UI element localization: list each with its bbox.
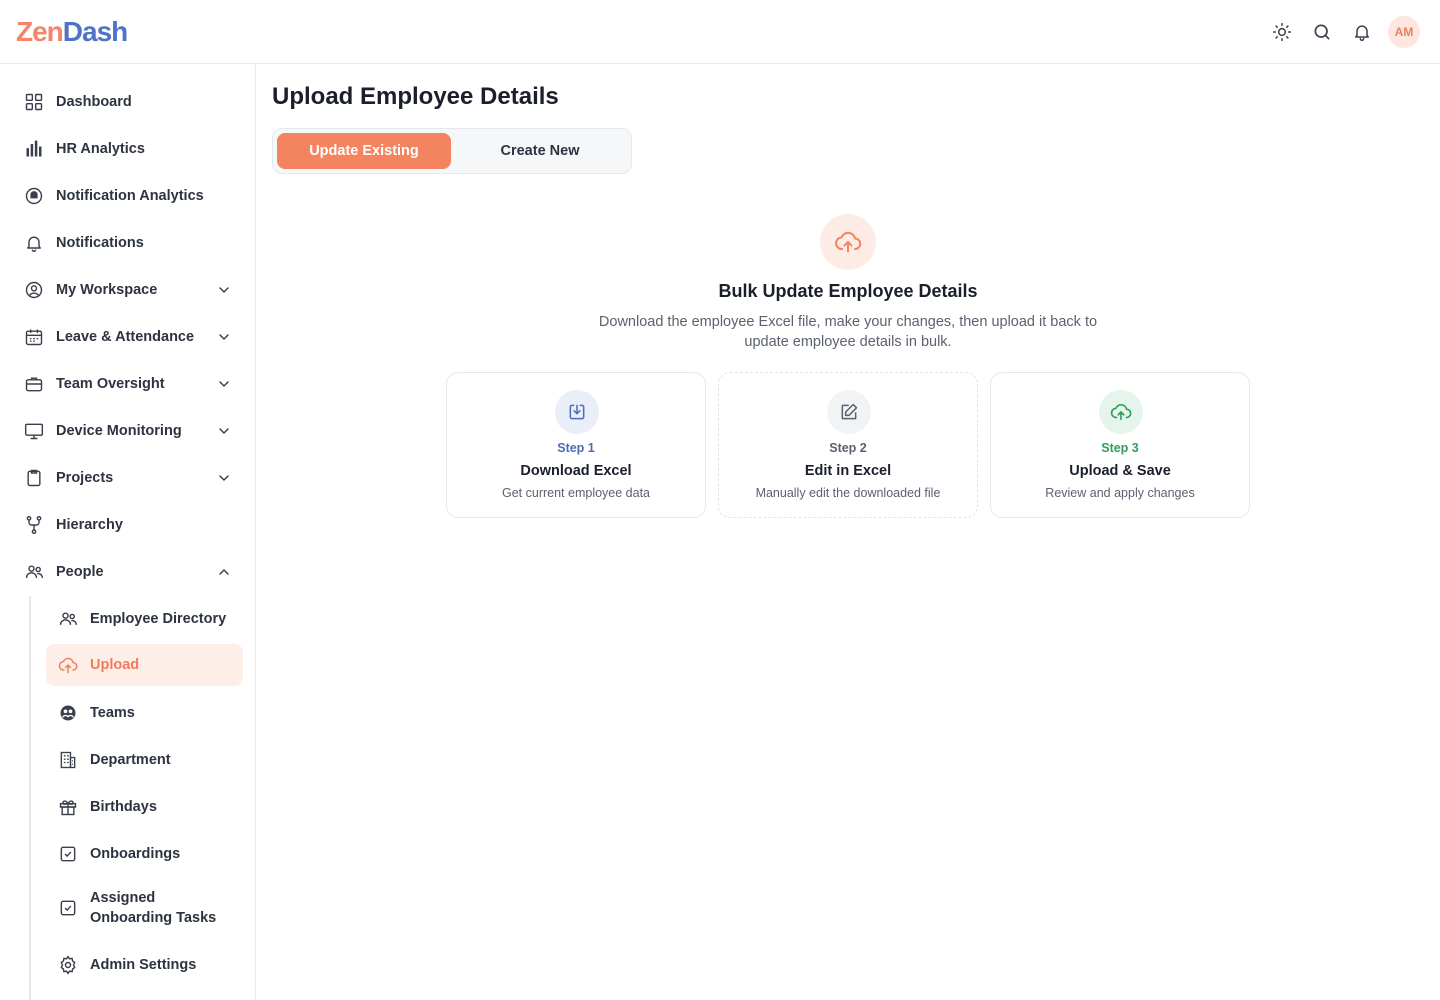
app-logo[interactable]: ZenDash — [16, 14, 128, 50]
grid-icon — [24, 92, 44, 112]
edit-icon — [827, 390, 871, 434]
sidebar-item-hr-analytics[interactable]: HR Analytics — [12, 128, 244, 170]
cloud-upload-icon — [58, 655, 78, 675]
step-card-download[interactable]: Step 1 Download Excel Get current employ… — [446, 372, 706, 518]
section-description: Download the employee Excel file, make y… — [598, 314, 1098, 350]
chevron-up-icon[interactable] — [216, 564, 232, 580]
user-avatar[interactable]: AM — [1388, 16, 1420, 48]
sidebar-item-admin-settings[interactable]: Admin Settings — [46, 944, 243, 986]
cloud-upload-icon — [820, 214, 876, 270]
sidebar-item-department[interactable]: Department — [46, 739, 243, 781]
sidebar-item-onboardings[interactable]: Onboardings — [46, 833, 243, 875]
sidebar-item-device-monitoring[interactable]: Device Monitoring — [12, 410, 244, 452]
monitor-icon — [24, 421, 44, 441]
sidebar-item-hierarchy[interactable]: Hierarchy — [12, 504, 244, 546]
sidebar-item-employee-directory[interactable]: Employee Directory — [46, 598, 243, 640]
users-icon — [24, 562, 44, 582]
sidebar-item-teams[interactable]: Teams — [46, 692, 243, 734]
calendar-icon — [24, 327, 44, 347]
sidebar-item-birthdays[interactable]: Birthdays — [46, 786, 243, 828]
chevron-down-icon[interactable] — [216, 470, 232, 486]
checkbox-icon — [58, 898, 78, 918]
hierarchy-icon — [24, 515, 44, 535]
sidebar-item-leave-attendance[interactable]: Leave & Attendance — [12, 316, 244, 358]
tab-update-existing[interactable]: Update Existing — [277, 133, 451, 169]
step-title: Upload & Save — [1069, 463, 1171, 479]
chevron-down-icon[interactable] — [216, 329, 232, 345]
cloud-upload-icon — [1099, 390, 1143, 434]
briefcase-icon — [24, 374, 44, 394]
step-description: Get current employee data — [502, 486, 650, 500]
app-header: ZenDash AM — [0, 0, 1440, 64]
step-title: Edit in Excel — [804, 463, 892, 479]
step-label: Step 1 — [557, 441, 595, 455]
sidebar-item-my-workspace[interactable]: My Workspace — [12, 269, 244, 311]
building-icon — [58, 750, 78, 770]
step-card-upload[interactable]: Step 3 Upload & Save Review and apply ch… — [990, 372, 1250, 518]
sidebar-item-people[interactable]: People — [12, 551, 244, 593]
gear-icon — [58, 955, 78, 975]
sidebar-item-team-oversight[interactable]: Team Oversight — [12, 363, 244, 405]
step-card-edit[interactable]: Step 2 Edit in Excel Manually edit the d… — [718, 372, 978, 518]
download-icon — [555, 390, 599, 434]
step-description: Manually edit the downloaded file — [755, 486, 941, 500]
step-title: Download Excel — [520, 463, 632, 479]
sidebar: Dashboard HR Analytics Notification Anal… — [0, 64, 256, 1000]
mode-segmented-control: Update Existing Create New — [272, 128, 632, 174]
sidebar-item-upload[interactable]: Upload — [46, 644, 243, 686]
tab-create-new[interactable]: Create New — [453, 133, 627, 169]
user-circle-icon — [24, 280, 44, 300]
sidebar-item-notifications[interactable]: Notifications — [12, 222, 244, 264]
clipboard-icon — [24, 468, 44, 488]
chevron-down-icon[interactable] — [216, 376, 232, 392]
step-description: Review and apply changes — [1045, 486, 1195, 500]
step-label: Step 2 — [829, 441, 867, 455]
bar-chart-icon — [24, 139, 44, 159]
search-icon[interactable] — [1310, 20, 1334, 44]
notification-analytics-icon — [24, 186, 44, 206]
page-title: Upload Employee Details — [272, 83, 559, 110]
chevron-down-icon[interactable] — [216, 282, 232, 298]
sidebar-item-notification-analytics[interactable]: Notification Analytics — [12, 175, 244, 217]
sidebar-item-dashboard[interactable]: Dashboard — [12, 81, 244, 123]
gift-icon — [58, 797, 78, 817]
sidebar-item-projects[interactable]: Projects — [12, 457, 244, 499]
sidebar-item-assigned-onboarding-tasks[interactable]: Assigned Onboarding Tasks — [46, 880, 243, 936]
bell-icon — [24, 233, 44, 253]
checkbox-icon — [58, 844, 78, 864]
section-title: Bulk Update Employee Details — [718, 281, 978, 301]
submenu-indent-line — [29, 596, 31, 1000]
teams-icon — [58, 703, 78, 723]
step-label: Step 3 — [1101, 441, 1139, 455]
chevron-down-icon[interactable] — [216, 423, 232, 439]
users-icon — [58, 609, 78, 629]
theme-toggle-sun-icon[interactable] — [1270, 20, 1294, 44]
notification-bell-icon[interactable] — [1350, 20, 1374, 44]
